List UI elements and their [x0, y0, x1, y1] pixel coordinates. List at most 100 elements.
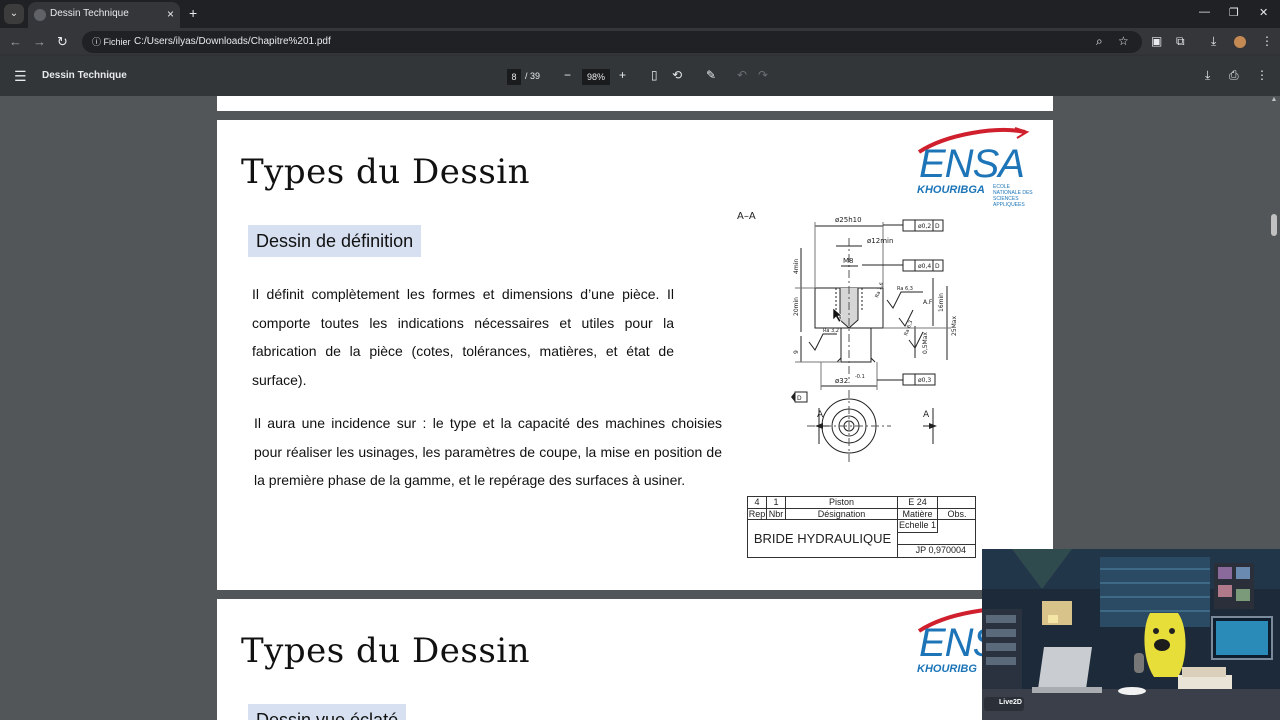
browser-toolbar: ← → ↻ ⓘ Fichier C:/Users/ilyas/Downloads…	[0, 28, 1280, 56]
pdf-page-next: Types du Dessin ENS KHOURIBG Dessin vue …	[217, 599, 1053, 720]
roughness-2: Ra 1,6	[874, 282, 885, 299]
download-icon[interactable]: ⤓	[1211, 34, 1216, 49]
sidebar-menu-icon[interactable]: ☰	[14, 68, 27, 85]
cell-obs-header: Obs.	[938, 509, 976, 520]
dim-v25: 25Max	[951, 316, 958, 336]
vtuber-overlay: Live2D	[982, 549, 1280, 720]
logo-subtitle: KHOURIBGA	[917, 184, 985, 196]
dim-d32: ø32	[835, 377, 848, 385]
cell-matiere-header: Matière	[898, 509, 938, 520]
menu-icon[interactable]: ⋮	[1261, 34, 1273, 48]
url-text[interactable]: C:/Users/ilyas/Downloads/Chapitre%201.pd…	[134, 36, 331, 47]
dim-v20: 20min	[793, 297, 800, 316]
gdt-ref-1: D	[935, 223, 940, 230]
section-heading-next: Dessin vue éclaté	[248, 704, 407, 720]
scale-label: Echelle 1	[898, 520, 938, 533]
zoom-in-icon[interactable]: +	[619, 68, 626, 82]
print-icon[interactable]: ⎙	[1229, 68, 1239, 83]
forward-icon[interactable]: →	[33, 34, 46, 49]
document-title: Dessin Technique	[42, 70, 127, 81]
pdf-download-icon[interactable]: ⤓	[1205, 68, 1210, 83]
dim-m8: M8	[843, 257, 854, 265]
gdt-ref-2: D	[935, 263, 940, 270]
pdf-page-current: Types du Dessin ENSA KHOURIBGA ECOLE NAT…	[217, 120, 1053, 590]
favicon-icon	[34, 9, 46, 21]
zoom-input[interactable]: 98%	[582, 69, 610, 85]
browser-tab[interactable]: Dessin Technique ×	[28, 2, 180, 28]
cell-rep-value: 4	[748, 497, 767, 509]
dim-v05: 0,5Max	[922, 332, 929, 354]
new-tab-button[interactable]: +	[189, 5, 197, 21]
annotate-icon[interactable]: ✎	[706, 68, 716, 82]
pdf-page-previous	[217, 96, 1053, 111]
af-label: A.F	[923, 299, 933, 306]
reload-icon[interactable]: ↻	[57, 34, 68, 50]
paragraph-incidence: Il aura une incidence sur : le type et l…	[254, 415, 722, 488]
dim-v9: 9	[793, 350, 800, 354]
rotate-icon[interactable]: ⟲	[672, 68, 682, 82]
info-icon: ⓘ	[92, 37, 104, 47]
restore-icon[interactable]: ❐	[1229, 6, 1239, 19]
dim-d12: ø12min	[867, 237, 893, 245]
logo-text: ENSA	[919, 142, 1025, 186]
logo-small-text: ECOLE NATIONALE DES SCIENCES APPLIQUEES	[993, 184, 1033, 208]
section-label: A–A	[737, 211, 756, 222]
datum-label: D	[797, 395, 802, 402]
star-icon[interactable]: ☆	[1118, 34, 1129, 48]
dim-d32-tol: -0.1	[855, 374, 865, 380]
cell-designation-value: Piston	[786, 497, 898, 509]
profile-icon[interactable]	[1234, 36, 1246, 48]
site-info-label: Fichier	[103, 37, 131, 47]
zoom-icon[interactable]: ⌕	[1096, 34, 1103, 49]
tab-title: Dessin Technique	[50, 8, 129, 19]
scroll-up-icon[interactable]: ▲	[1270, 96, 1278, 103]
cell-nbr-value: 1	[767, 497, 786, 509]
vtuber-scene	[982, 549, 1280, 720]
reference-number: JP 0,970004	[915, 545, 966, 555]
dim-v16: 16min	[938, 293, 945, 312]
gdt-value-2: ø0,4	[918, 263, 931, 270]
undo-icon[interactable]: ↶	[737, 68, 747, 82]
extensions-icon[interactable]: ⧉	[1176, 34, 1185, 49]
cell-designation-header: Désignation	[786, 509, 898, 520]
drawing-title: BRIDE HYDRAULIQUE	[748, 520, 898, 558]
slide-title-next: Types du Dessin	[241, 631, 531, 671]
cut-label-left: A	[817, 410, 824, 420]
chevron-down-icon: ⌄	[9, 8, 19, 19]
tab-search-button[interactable]: ⌄	[4, 4, 24, 24]
roughness-1: Ra 6,3	[897, 286, 913, 292]
slide-title: Types du Dessin	[241, 152, 531, 192]
cell-matiere-value: E 24	[898, 497, 938, 509]
logo-subtitle-next: KHOURIBG	[917, 663, 977, 675]
paragraph-definition: Il définit complètement les formes et di…	[252, 286, 674, 388]
cell-obs-value	[938, 497, 976, 509]
minimize-icon[interactable]: —	[1199, 6, 1210, 18]
zoom-out-icon[interactable]: −	[564, 68, 571, 82]
window-close-icon[interactable]: ✕	[1259, 6, 1268, 19]
address-bar[interactable]: ⓘ Fichier C:/Users/ilyas/Downloads/Chapi…	[82, 31, 1142, 53]
roughness-3: Ra 3,2	[823, 328, 839, 334]
reading-mode-icon[interactable]: ▣	[1151, 34, 1162, 48]
cell-nbr-header: Nbr	[767, 509, 786, 520]
cut-label-right: A	[923, 410, 930, 420]
dim-v4: 4min	[793, 259, 800, 274]
fit-page-icon[interactable]: ▯	[651, 68, 658, 82]
back-icon[interactable]: ←	[9, 34, 22, 49]
page-number-input[interactable]: 8	[507, 69, 521, 85]
technical-drawing: A–A A A ø25h10 ø12min M8 ø32 -0.1 ø0,2 D…	[737, 211, 958, 462]
section-heading: Dessin de définition	[248, 225, 422, 257]
site-info-chip[interactable]: ⓘ Fichier	[86, 34, 137, 50]
gdt-value-1: ø0,2	[918, 223, 931, 230]
dim-d25: ø25h10	[835, 216, 862, 224]
tab-strip: ⌄ Dessin Technique × + — ❐ ✕	[0, 0, 1280, 28]
ensa-logo: ENSA KHOURIBGA ECOLE NATIONALE DES SCIEN…	[917, 126, 1042, 208]
cell-rep-header: Rep	[748, 509, 767, 520]
gdt-value-3: ø0,3	[918, 377, 931, 384]
redo-icon[interactable]: ↷	[758, 68, 768, 82]
close-icon[interactable]: ×	[167, 7, 174, 21]
title-block: 4 1 Piston E 24 Rep Nbr Désignation Mati…	[747, 496, 976, 558]
scroll-thumb[interactable]	[1271, 214, 1277, 236]
live2d-badge: Live2D	[999, 699, 1022, 706]
pdf-toolbar: ☰ Dessin Technique 8 / 39 − 98% + ▯ ⟲ ✎ …	[0, 56, 1280, 96]
pdf-more-icon[interactable]: ⋮	[1256, 68, 1268, 82]
